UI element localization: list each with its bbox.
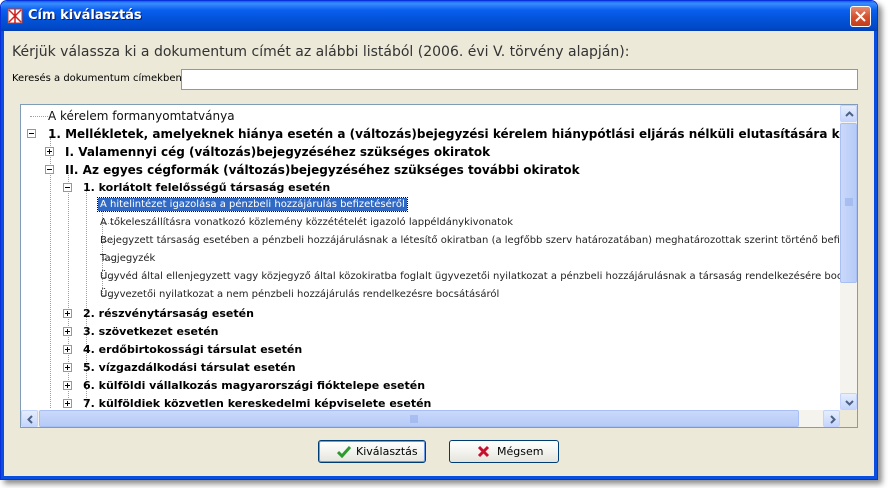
vertical-scrollbar[interactable] [840, 105, 857, 410]
tree-guide [50, 138, 51, 408]
scroll-corner [840, 410, 857, 427]
expand-toggle[interactable] [63, 363, 72, 372]
tree-row-label: 1. korlátolt felelősségű társaság esetén [83, 181, 331, 194]
document-title-tree[interactable]: A kérelem formanyomtatványa 1. Melléklet… [20, 104, 858, 428]
tree-row-label: II. Az egyes cégformák (változás)bejegyz… [65, 163, 580, 177]
collapse-toggle[interactable] [45, 165, 54, 174]
title-bar[interactable]: Cím kiválasztás [1, 1, 877, 31]
expand-toggle[interactable] [45, 147, 54, 156]
instruction-text: Kérjük válassza ki a dokumentum címét az… [12, 44, 630, 60]
collapse-toggle[interactable] [27, 129, 36, 138]
tree-row-label: Tagjegyzék [100, 253, 156, 264]
close-icon [855, 11, 866, 22]
tree-row-label: A tőkeleszállításra vonatkozó közlemény … [100, 217, 513, 228]
expand-toggle[interactable] [63, 345, 72, 354]
tree-row-label: 6. külföldi vállalkozás magyarországi fi… [83, 379, 426, 392]
tree-row-label: I. Valamennyi cég (változás)bejegyzéséhe… [65, 145, 491, 159]
tree-row-label: Bejegyzett társaság esetében a pénzbeli … [100, 235, 840, 246]
scroll-up-button[interactable] [840, 105, 857, 122]
vertical-scroll-thumb[interactable] [840, 123, 857, 283]
tree-row-label: A kérelem formanyomtatványa [48, 109, 235, 123]
tree-guide [30, 116, 48, 117]
tree-row-label: 2. részvénytársaság esetén [83, 307, 254, 320]
tree-row-label: 4. erdőbirtokossági társulat esetén [83, 343, 303, 356]
chevron-down-icon [845, 400, 854, 406]
scroll-right-button[interactable] [823, 410, 840, 427]
app-icon [7, 8, 23, 24]
expand-toggle[interactable] [63, 399, 72, 408]
cancel-button-label: Mégsem [497, 445, 544, 458]
expand-toggle[interactable] [63, 381, 72, 390]
expand-toggle[interactable] [63, 309, 72, 318]
scroll-left-button[interactable] [21, 410, 38, 427]
tree-row-label: A hitelintézet igazolása a pénzbeli hozz… [97, 197, 408, 212]
tree-guide [86, 190, 87, 408]
tree-row-label: 3. szövetkezet esetén [83, 325, 219, 338]
tree-row-label: 5. vízgazdálkodási társulat esetén [83, 361, 296, 374]
select-button-label: Kiválasztás [356, 445, 418, 458]
chevron-right-icon [830, 415, 836, 424]
select-button[interactable]: Kiválasztás [318, 440, 426, 463]
close-button[interactable] [850, 6, 871, 27]
window-frame-left [1, 31, 4, 479]
tree-guide [68, 173, 69, 408]
horizontal-scrollbar[interactable] [21, 410, 840, 427]
expand-toggle[interactable] [63, 327, 72, 336]
scroll-down-button[interactable] [840, 393, 857, 410]
checkmark-icon [337, 446, 351, 458]
cancel-button[interactable]: Mégsem [449, 440, 559, 463]
collapse-toggle[interactable] [63, 183, 72, 192]
chevron-up-icon [845, 111, 854, 117]
search-label: Keresés a dokumentum címekben: [12, 73, 186, 84]
dialog-window: Cím kiválasztás Kérjük válassza ki a dok… [0, 0, 878, 480]
tree-row-label: Ügyvezetői nyilatkozat a nem pénzbeli ho… [100, 289, 500, 300]
tree-viewport: A kérelem formanyomtatványa 1. Melléklet… [21, 105, 840, 410]
window-title: Cím kiválasztás [28, 8, 142, 23]
grip-icon [845, 198, 853, 206]
tree-row-label: Ügyvéd által ellenjegyzett vagy közjegyz… [100, 271, 840, 282]
close-icon [477, 445, 490, 458]
window-frame-right [874, 31, 877, 479]
horizontal-scroll-thumb[interactable] [39, 410, 799, 427]
window-frame-bottom [1, 476, 877, 479]
tree-row-label: 7. külföldiek közvetlen kereskedelmi kép… [83, 397, 432, 410]
tree-row-label: 1. Mellékletek, amelyeknek hiánya esetén… [48, 127, 840, 141]
grip-icon [410, 415, 418, 423]
search-input[interactable] [181, 69, 858, 90]
chevron-left-icon [27, 415, 33, 424]
